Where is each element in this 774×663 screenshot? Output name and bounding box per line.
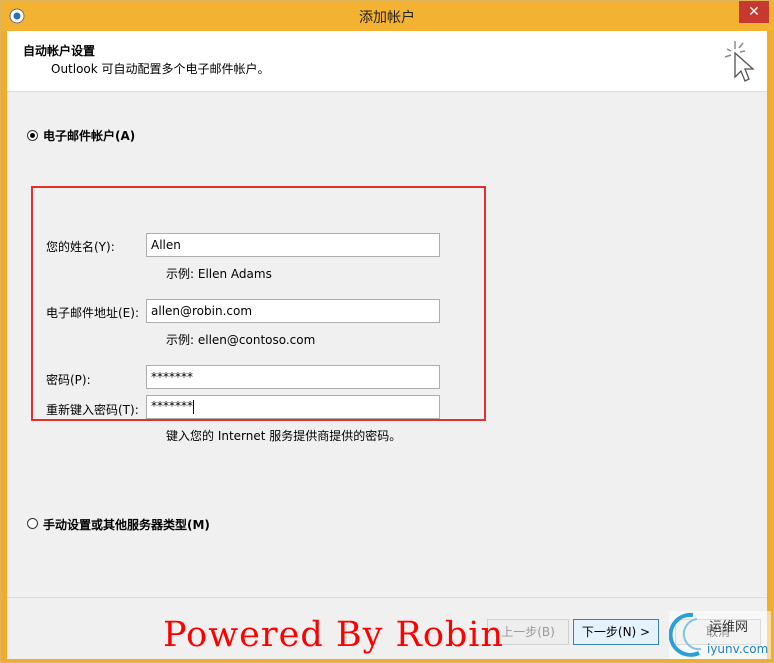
- retype-password-value: *******: [151, 399, 193, 413]
- name-input[interactable]: [146, 233, 440, 257]
- header-title: 自动帐户设置: [23, 44, 96, 58]
- text-caret: [193, 399, 194, 414]
- dialog-content: 自动帐户设置 Outlook 可自动配置多个电子邮件帐户。 电子邮件帐户(A) …: [7, 31, 767, 659]
- powered-by-watermark: Powered By Robin: [163, 615, 505, 655]
- retype-password-input[interactable]: *******: [146, 395, 440, 419]
- add-account-window: 添加帐户 ✕ 自动帐户设置 Outlook 可自动配置多个电子邮件帐户。 电子邮: [0, 0, 774, 663]
- title-bar[interactable]: 添加帐户 ✕: [1, 1, 773, 31]
- name-label: 您的姓名(Y):: [46, 240, 115, 254]
- close-button[interactable]: ✕: [739, 1, 769, 23]
- site-logo: 运维网 iyunv.com: [669, 611, 771, 659]
- close-icon: ✕: [748, 4, 760, 20]
- next-button[interactable]: 下一步(N) >: [573, 619, 659, 645]
- password-input[interactable]: [146, 365, 440, 389]
- email-label: 电子邮件地址(E):: [46, 306, 139, 320]
- name-hint: 示例: Ellen Adams: [166, 267, 272, 281]
- header-subtitle: Outlook 可自动配置多个电子邮件帐户。: [51, 62, 270, 76]
- logo-top-text: 运维网: [709, 620, 748, 635]
- email-account-radio[interactable]: [27, 130, 38, 141]
- email-input[interactable]: [146, 299, 440, 323]
- window-title: 添加帐户: [359, 10, 415, 26]
- wizard-cursor-icon: [724, 41, 755, 82]
- manual-setup-label[interactable]: 手动设置或其他服务器类型(M): [43, 516, 210, 533]
- dialog-header: 自动帐户设置 Outlook 可自动配置多个电子邮件帐户。: [7, 31, 767, 92]
- email-hint: 示例: ellen@contoso.com: [166, 333, 316, 347]
- options-area: 电子邮件帐户(A) 您的姓名(Y): 示例: Ellen Adams 电子邮件地…: [7, 92, 767, 597]
- password-hint: 键入您的 Internet 服务提供商提供的密码。: [166, 429, 402, 443]
- retype-password-label: 重新键入密码(T):: [46, 403, 139, 417]
- logo-bottom-text: iyunv.com: [707, 642, 768, 656]
- password-label: 密码(P):: [46, 373, 91, 387]
- manual-setup-radio[interactable]: [27, 518, 38, 529]
- email-account-label[interactable]: 电子邮件帐户(A): [43, 127, 135, 144]
